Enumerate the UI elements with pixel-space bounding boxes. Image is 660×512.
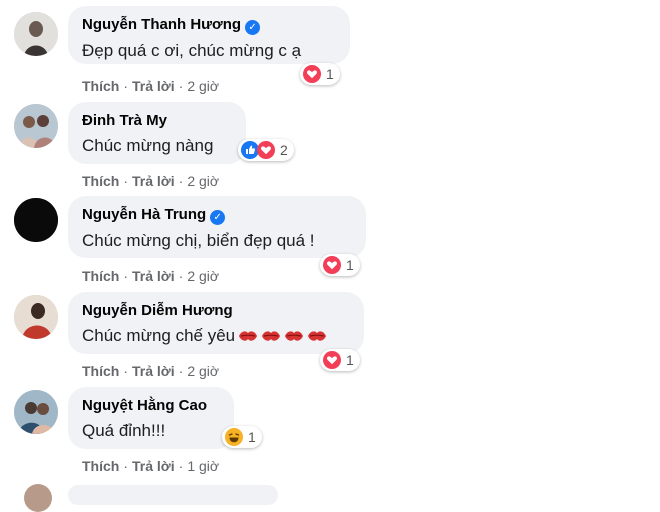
avatar[interactable] [14,104,58,148]
reply-link[interactable]: Trả lời [132,173,175,189]
love-reaction-icon [323,256,341,274]
reaction-count: 1 [326,66,334,82]
comment-text: Chúc mừng chị, biển đẹp quá ! [82,231,315,250]
timestamp[interactable]: 2 giờ [187,173,219,189]
comment-actions: Thích · Trả lời · 2 giờ [82,268,220,284]
comment-text: Đẹp quá c ơi, chúc mừng c ạ [82,41,302,60]
comment-author[interactable]: Nguyệt Hằng Cao [82,397,207,414]
comment-text: Quá đỉnh!!! [82,421,166,440]
avatar[interactable] [14,198,58,242]
kiss-icon [238,328,258,350]
comment-bubble [68,485,278,505]
timestamp[interactable]: 2 giờ [187,78,219,94]
reactions-summary[interactable]: 1 [320,254,360,276]
reactions-summary[interactable]: 1 [222,426,262,448]
comment-author[interactable]: Nguyễn Hà Trung [82,206,206,223]
comment-actions: Thích · Trả lời · 2 giờ [82,78,220,94]
haha-reaction-icon [225,428,243,446]
comment-bubble: Đinh Trà My Chúc mừng nàng [68,102,246,164]
timestamp[interactable]: 2 giờ [187,268,219,284]
love-reaction-icon [323,351,341,369]
reaction-count: 1 [346,257,354,273]
comment-actions: Thích · Trả lời · 1 giờ [82,458,220,474]
avatar[interactable] [14,390,58,434]
timestamp[interactable]: 1 giờ [187,458,219,474]
like-link[interactable]: Thích [82,458,119,474]
comment-bubble: Nguyễn Hà Trung ✓ Chúc mừng chị, biển đẹp… [68,196,366,258]
avatar[interactable] [14,295,58,339]
comment-bubble: Nguyễn Diễm Hương Chúc mừng chế yêu [68,292,364,354]
reply-link[interactable]: Trả lời [132,458,175,474]
avatar[interactable] [24,484,52,512]
kiss-icon [284,328,304,350]
verified-badge-icon: ✓ [210,210,226,225]
reply-link[interactable]: Trả lời [132,78,175,94]
reply-link[interactable]: Trả lời [132,268,175,284]
comment-author[interactable]: Nguyễn Diễm Hương [82,302,233,319]
reaction-count: 2 [280,142,288,158]
reply-link[interactable]: Trả lời [132,363,175,379]
avatar[interactable] [14,12,58,56]
reaction-count: 1 [248,429,256,445]
verified-badge-icon: ✓ [245,20,261,35]
comment-author[interactable]: Đinh Trà My [82,112,167,129]
like-link[interactable]: Thích [82,78,119,94]
timestamp[interactable]: 2 giờ [187,363,219,379]
like-link[interactable]: Thích [82,268,119,284]
comment-text-value: Chúc mừng chế yêu [82,326,236,345]
love-reaction-icon [257,141,275,159]
reaction-count: 1 [346,352,354,368]
comment-text: Chúc mừng nàng [82,136,214,155]
reactions-summary[interactable]: 2 [238,139,294,161]
kiss-icon [261,328,281,350]
comment-text: Chúc mừng chế yêu [82,325,350,350]
reactions-summary[interactable]: 1 [300,63,340,85]
like-link[interactable]: Thích [82,173,119,189]
love-reaction-icon [303,65,321,83]
comment-actions: Thích · Trả lời · 2 giờ [82,173,220,189]
kiss-icon [307,328,327,350]
comment-bubble: Nguyệt Hằng Cao Quá đỉnh!!! [68,387,234,449]
like-link[interactable]: Thích [82,363,119,379]
reactions-summary[interactable]: 1 [320,349,360,371]
comment-actions: Thích · Trả lời · 2 giờ [82,363,220,379]
comment-author[interactable]: Nguyễn Thanh Hương [82,16,241,33]
comment-bubble: Nguyễn Thanh Hương ✓ Đẹp quá c ơi, chúc m… [68,6,350,64]
